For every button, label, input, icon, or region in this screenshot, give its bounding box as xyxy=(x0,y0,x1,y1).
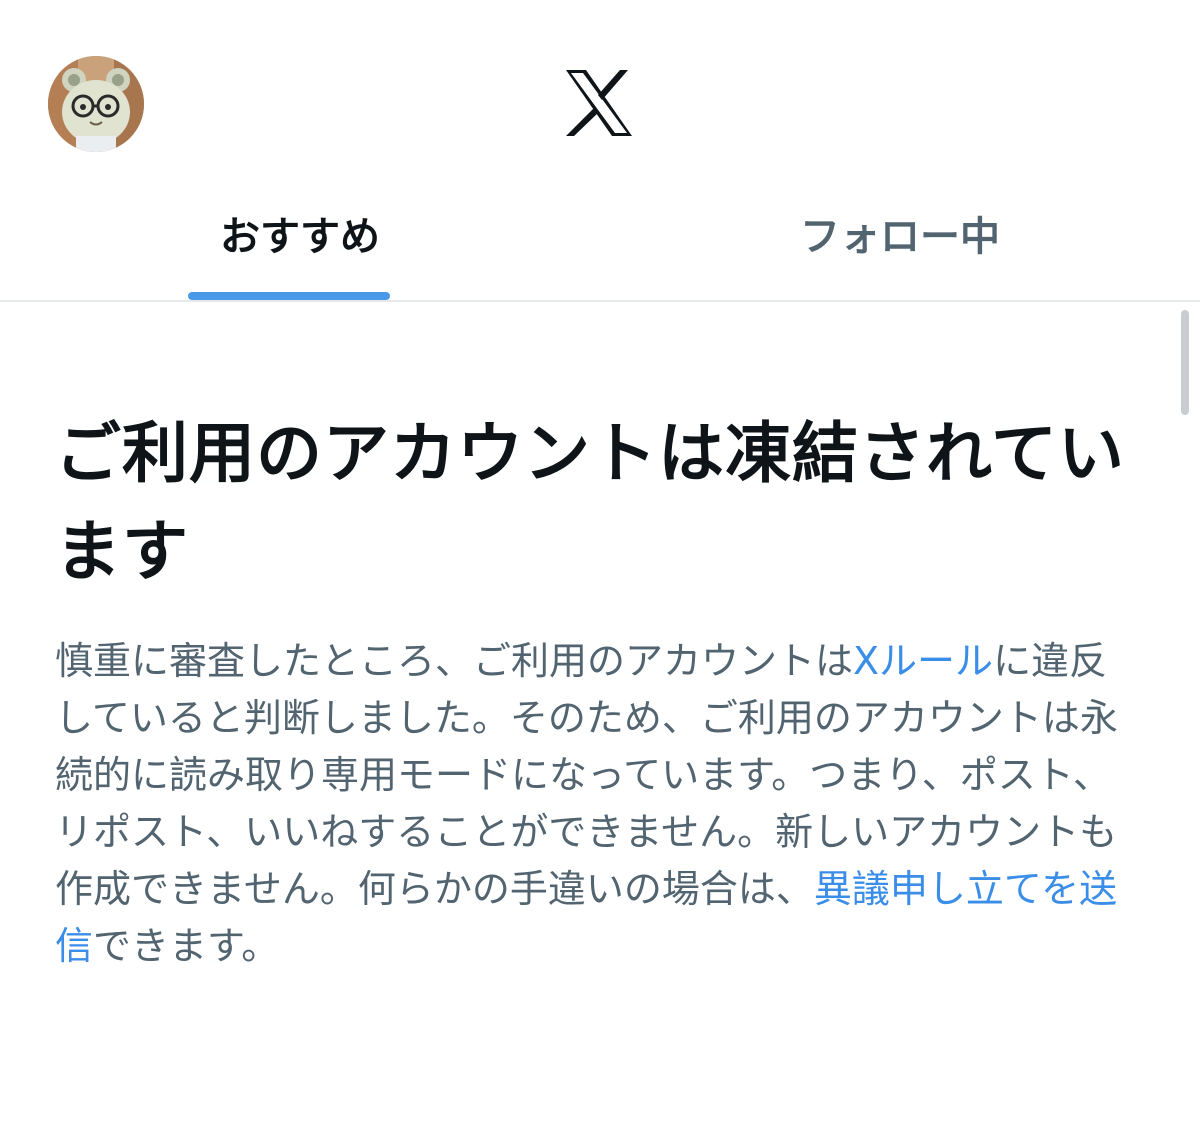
avatar-image xyxy=(48,56,144,152)
tab-recommended-label: おすすめ xyxy=(220,214,380,260)
tab-following-label: フォロー中 xyxy=(800,214,1000,260)
notice-body: 慎重に審査したところ、ご利用のアカウントはXルールに違反していると判断しました。… xyxy=(55,633,1135,975)
suspension-notice: ご利用のアカウントは凍結されています 慎重に審査したところ、ご利用のアカウントは… xyxy=(55,405,1140,975)
scrollbar[interactable] xyxy=(1181,310,1189,415)
x-logo[interactable] xyxy=(562,66,636,140)
tab-following[interactable]: フォロー中 xyxy=(600,190,1200,300)
notice-body-part-1: 慎重に審査したところ、ご利用のアカウントは xyxy=(55,639,854,683)
notice-body-part-3: できます。 xyxy=(93,924,280,968)
top-bar xyxy=(0,0,1200,190)
timeline-tabs: おすすめ フォロー中 xyxy=(0,190,1200,302)
active-tab-indicator xyxy=(188,292,390,300)
profile-avatar[interactable] xyxy=(48,56,144,152)
x-rules-link[interactable]: Xルール xyxy=(853,639,993,683)
x-logo-icon xyxy=(566,70,632,136)
tab-recommended[interactable]: おすすめ xyxy=(0,190,600,300)
notice-title: ご利用のアカウントは凍結されています xyxy=(55,415,1126,590)
